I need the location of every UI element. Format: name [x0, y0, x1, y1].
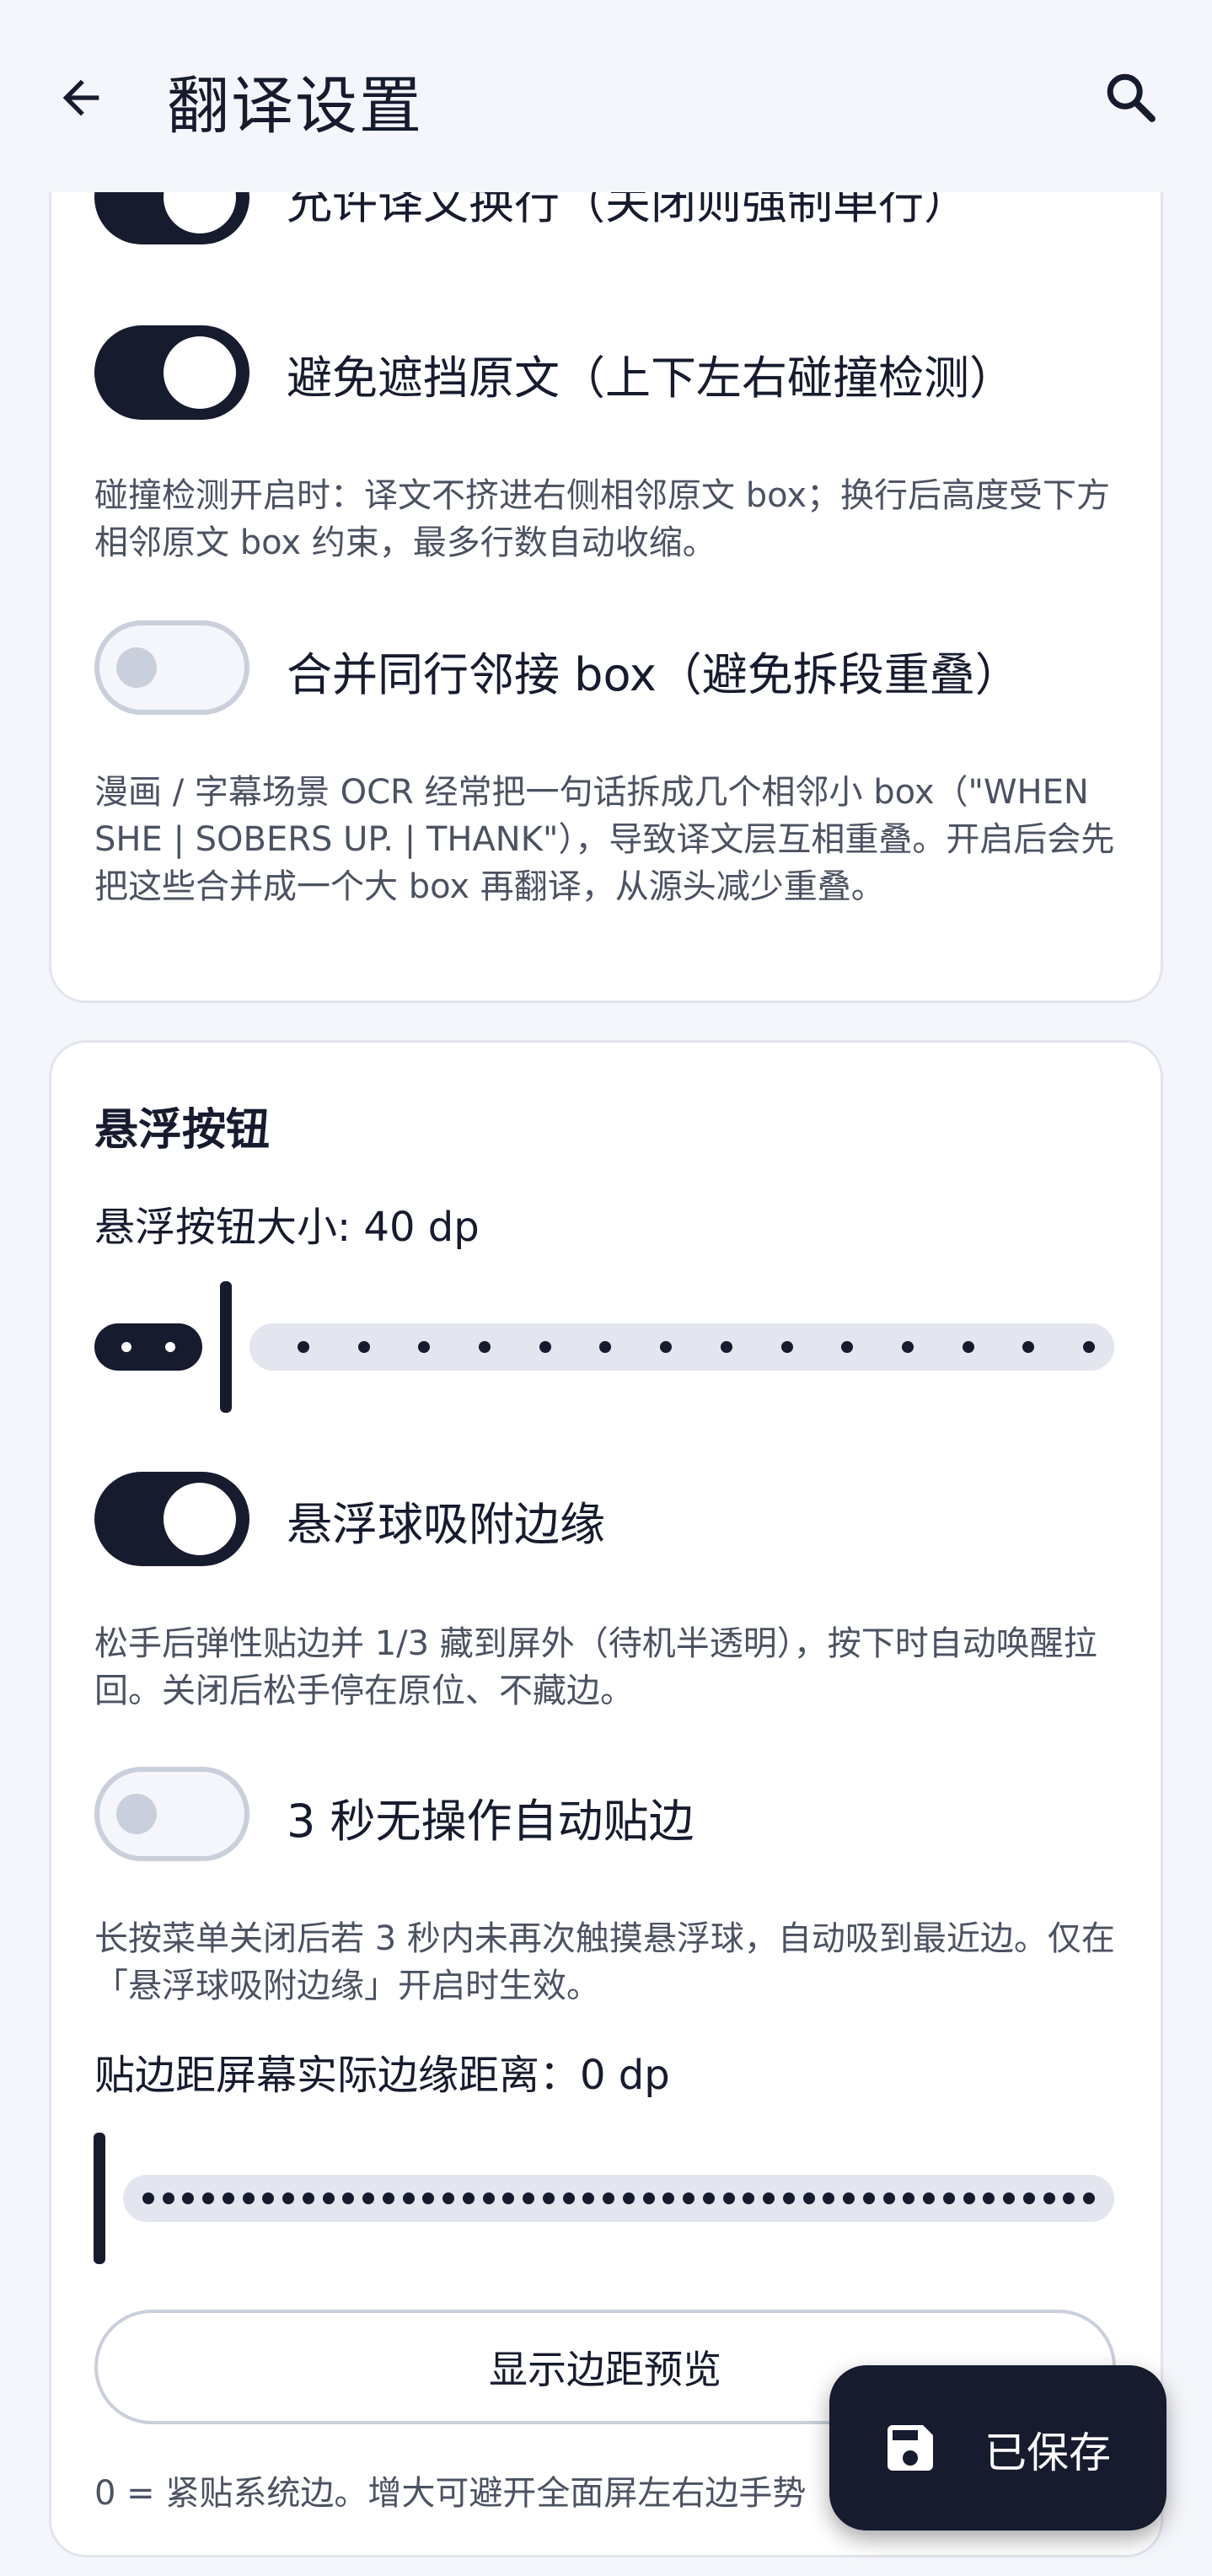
slider-tick [642, 2192, 655, 2204]
slider-tick [963, 2192, 975, 2204]
slider-tick [222, 2192, 234, 2204]
slider-tick [242, 2192, 255, 2204]
slider-tick [1022, 2192, 1035, 2204]
save-icon [888, 2425, 933, 2471]
snap-edge-toggle[interactable] [94, 1472, 249, 1566]
floating-size-label: 悬浮按钮大小: 40 dp [94, 1204, 480, 1251]
merge-boxes-description: 漫画 / 字幕场景 OCR 经常把一句话拆成几个相邻小 box（"WHEN SH… [94, 773, 1115, 906]
slider-tick [322, 2192, 335, 2204]
fab-label: 已保存 [984, 2428, 1111, 2477]
slider-tick [298, 1341, 309, 1353]
slider-thumb[interactable] [94, 2133, 105, 2264]
slider-tick [382, 2192, 394, 2204]
slider-tick [562, 2192, 575, 2204]
toggle-knob [116, 647, 157, 688]
slider-tick [901, 1341, 914, 1353]
page-title: 翻译设置 [167, 70, 423, 142]
auto-snap-description: 长按菜单关闭后若 3 秒内未再次触摸悬浮球，自动吸到最近边。仅在「悬浮球吸附边缘… [94, 1919, 1115, 2005]
slider-tick [1003, 2192, 1016, 2204]
slider-tick [462, 2192, 475, 2204]
slider-tick [862, 2192, 875, 2204]
slider-tick [722, 2192, 735, 2204]
arrow-left-icon [62, 79, 99, 116]
slider-tick [357, 1341, 370, 1353]
snap-edge-label: 悬浮球吸附边缘 [287, 1498, 605, 1551]
margin-footer-note: 0 = 紧贴系统边。增大可避开全面屏左右边手势 [94, 2474, 807, 2513]
slider-tick [882, 2192, 895, 2204]
slider-tick [302, 2192, 314, 2204]
avoid-overlap-description: 碰撞检测开启时：译文不挤进右侧相邻原文 box；换行后高度受下方相邻原文 box… [94, 476, 1111, 562]
back-button[interactable] [51, 64, 111, 131]
slider-tick [802, 2192, 815, 2204]
slider-tick [542, 2192, 555, 2204]
slider-tick [683, 2192, 695, 2204]
slider-thumb[interactable] [220, 1281, 232, 1413]
slider-tick [402, 2192, 415, 2204]
merge-boxes-label: 合并同行邻接 box（避免拆段重叠） [287, 648, 1021, 701]
top-app-bar: 翻译设置 [0, 0, 1212, 192]
toggle-knob [116, 1794, 157, 1834]
slider-tick [780, 1341, 793, 1353]
slider-tick [539, 1341, 551, 1353]
edge-margin-slider[interactable] [94, 2133, 1114, 2264]
section-title-floating-button: 悬浮按钮 [94, 1105, 271, 1156]
slider-tick [1083, 2192, 1095, 2204]
auto-snap-toggle[interactable] [94, 1767, 249, 1861]
slider-tick [482, 2192, 495, 2204]
slider-tick [782, 2192, 795, 2204]
slider-tick [843, 2192, 855, 2204]
floating-size-slider[interactable] [94, 1281, 1114, 1413]
slider-tick [162, 2192, 174, 2204]
slider-tick [962, 1341, 974, 1353]
toggle-knob [164, 336, 236, 409]
slider-tick [1043, 2192, 1055, 2204]
avoid-overlap-toggle[interactable] [94, 325, 249, 420]
slider-tick [165, 1342, 175, 1352]
slider-tick [942, 2192, 955, 2204]
merge-boxes-toggle[interactable] [94, 620, 249, 715]
slider-tick [479, 1341, 491, 1353]
slider-tick [923, 2192, 936, 2204]
avoid-overlap-label: 避免遮挡原文（上下左右碰撞检测） [287, 352, 1015, 405]
slider-tick [702, 2192, 715, 2204]
slider-active-track [94, 1323, 202, 1371]
saved-fab[interactable]: 已保存 [829, 2365, 1166, 2530]
search-icon [1107, 73, 1156, 122]
snap-edge-description: 松手后弹性贴边并 1/3 藏到屏外（待机半透明），按下时自动唤醒拉回。关闭后松手… [94, 1624, 1097, 1710]
slider-tick [622, 2192, 635, 2204]
slider-tick [142, 2192, 154, 2204]
slider-tick [121, 1342, 131, 1352]
toggle-knob [164, 1483, 236, 1555]
slider-tick [720, 1341, 732, 1353]
auto-snap-label: 3 秒无操作自动贴边 [287, 1795, 694, 1848]
search-button[interactable] [1097, 64, 1165, 131]
translation-settings-screen: 允许译文换行（关闭则强制单行） 避免遮挡原文（上下左右碰撞检测） 碰撞检测开启时… [0, 0, 1212, 2576]
slider-tick [1083, 1341, 1095, 1353]
slider-tick [763, 2192, 775, 2204]
slider-inactive-track [249, 1323, 1114, 1371]
edge-margin-label: 贴边距屏幕实际边缘距离：0 dp [94, 2052, 670, 2099]
